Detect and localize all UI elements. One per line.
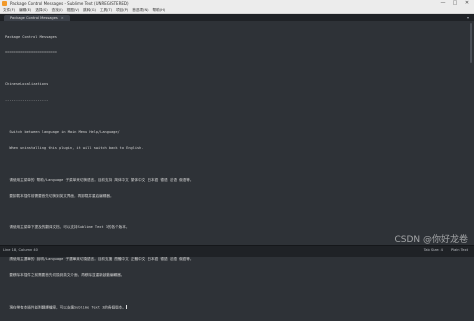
tab-size-indicator[interactable]: Tab Size: 4 [424,248,443,252]
chevron-down-icon[interactable]: ▾ [467,15,469,20]
vertical-scrollbar[interactable] [470,21,473,245]
editor-line: -------------------- [5,98,49,103]
editor-line: Package Control Messages [5,34,57,39]
maximize-button[interactable]: □ [450,0,460,7]
menu-preferences[interactable]: 首选项(N) [132,7,148,13]
minimize-button[interactable]: — [438,0,448,7]
menu-find[interactable]: 查找(I) [52,7,63,13]
window-title: Package Control Messages - Sublime Text … [10,1,129,6]
status-bar: Line 18, Column 40 Tab Size: 4 Plain Tex… [0,245,474,257]
syntax-indicator[interactable]: Plain Text [451,248,468,252]
editor-line: When uninstalling this plugin, it will s… [5,145,144,150]
editor-line: Switch between language in Main Menu Hel… [5,129,120,134]
editor-line-text: 現在帶有本插件並附翻譯檔案，可以支援Sublime Text 3的各個版本。 [5,304,126,309]
menu-edit[interactable]: 编辑(E) [19,7,31,13]
menu-bar: 文件(F) 编辑(E) 选择(S) 查找(I) 视图(V) 跳转(G) 工具(T… [0,7,474,14]
menu-project[interactable]: 项目(P) [116,7,128,13]
editor-line: ======================== [5,50,57,55]
editor-line-last: 現在帶有本插件並附翻譯檔案，可以支援Sublime Text 3的各個版本。 [5,304,193,310]
tab-bar: Package Control Messages × ▾ [0,14,474,21]
editor-line: 要移除本插件之前需要首先切換到英文介面，再移除並重新啟動編輯器。 [5,272,125,277]
editor-line: 请使用主菜单的 帮助/Language 子菜单来切换语言。目前支持 简体中文 繁… [5,177,194,182]
editor-area[interactable]: Package Control Messages ===============… [0,21,474,310]
menu-help[interactable]: 帮助(H) [153,7,166,13]
editor-text[interactable]: Package Control Messages ===============… [5,24,193,321]
editor-line: 要卸载本插件前需要首先切换到英文界面，再卸载并重启编辑器。 [5,193,114,198]
scrollbar-thumb[interactable] [470,23,472,63]
editor-line: 請使用主選單的 說明/Language 子選單來切換語言。目前支援 簡體中文 正… [5,257,194,262]
menu-view[interactable]: 视图(V) [67,7,79,13]
title-bar: Package Control Messages - Sublime Text … [0,0,474,7]
close-icon[interactable]: × [61,16,64,20]
menu-file[interactable]: 文件(F) [3,7,15,13]
cursor-position: Line 18, Column 40 [3,248,38,252]
sublime-app-icon [2,1,7,6]
menu-goto[interactable]: 跳转(G) [83,7,96,13]
close-button[interactable]: ✕ [462,0,472,7]
watermark: CSDN @你好龙卷 [394,235,468,245]
tab-label: Package Control Messages [10,16,58,20]
menu-tools[interactable]: 工具(T) [100,7,112,13]
editor-line: ChineseLocalizations [5,82,49,87]
text-caret [126,304,127,310]
editor-line: 请使用主菜单下提及的翻译文档，可以支持Sublime Text 3的各个版本。 [5,225,130,230]
menu-selection[interactable]: 选择(S) [35,7,47,13]
